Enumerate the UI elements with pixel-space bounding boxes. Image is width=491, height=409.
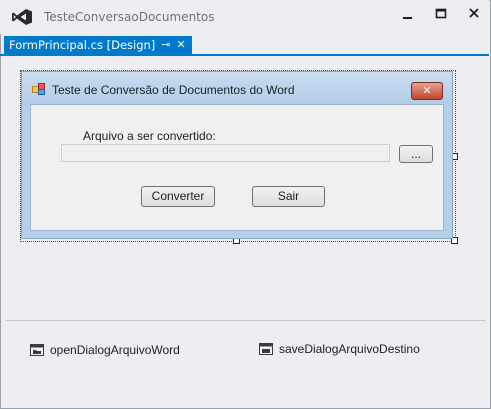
browse-button[interactable]: ... <box>399 145 433 163</box>
tray-item-label: openDialogArquivoWord <box>50 343 180 357</box>
form-title: Teste de Conversão de Documentos do Word <box>52 83 295 97</box>
form-title-bar: Teste de Conversão de Documentos do Word… <box>22 72 452 104</box>
tab-close-icon[interactable]: ✕ <box>177 36 186 54</box>
form-close-button[interactable]: ✕ <box>411 82 443 100</box>
maximize-icon[interactable] <box>429 4 453 24</box>
pin-icon[interactable]: ⊸ <box>161 36 170 54</box>
arquivo-label: Arquivo a ser convertido: <box>83 129 216 143</box>
sair-button[interactable]: Sair <box>252 186 325 207</box>
document-tab-strip: FormPrincipal.cs [Design] ⊸ ✕ <box>0 36 489 81</box>
arquivo-textbox[interactable] <box>61 144 390 162</box>
save-file-dialog-icon <box>259 343 273 355</box>
form-app-icon <box>32 83 45 95</box>
tray-item-opendialog[interactable]: openDialogArquivoWord <box>30 343 180 357</box>
minimize-icon[interactable] <box>395 4 419 24</box>
form-client-area: Arquivo a ser convertido: ... Converter … <box>30 104 444 231</box>
close-icon[interactable] <box>462 4 486 24</box>
tray-item-savedialog[interactable]: saveDialogArquivoDestino <box>259 342 420 356</box>
open-file-dialog-icon <box>30 344 44 356</box>
visual-studio-logo-icon <box>12 9 32 25</box>
converter-button[interactable]: Converter <box>141 186 215 207</box>
designed-form[interactable]: Teste de Conversão de Documentos do Word… <box>21 71 453 239</box>
title-bar: TesteConversaoDocumentos <box>0 0 489 34</box>
tab-formprincipal-design[interactable]: FormPrincipal.cs [Design] ⊸ ✕ <box>4 36 192 54</box>
tab-label: FormPrincipal.cs [Design] <box>9 38 156 52</box>
component-tray <box>6 321 486 405</box>
tray-item-label: saveDialogArquivoDestino <box>279 342 420 356</box>
app-title: TesteConversaoDocumentos <box>44 10 215 24</box>
